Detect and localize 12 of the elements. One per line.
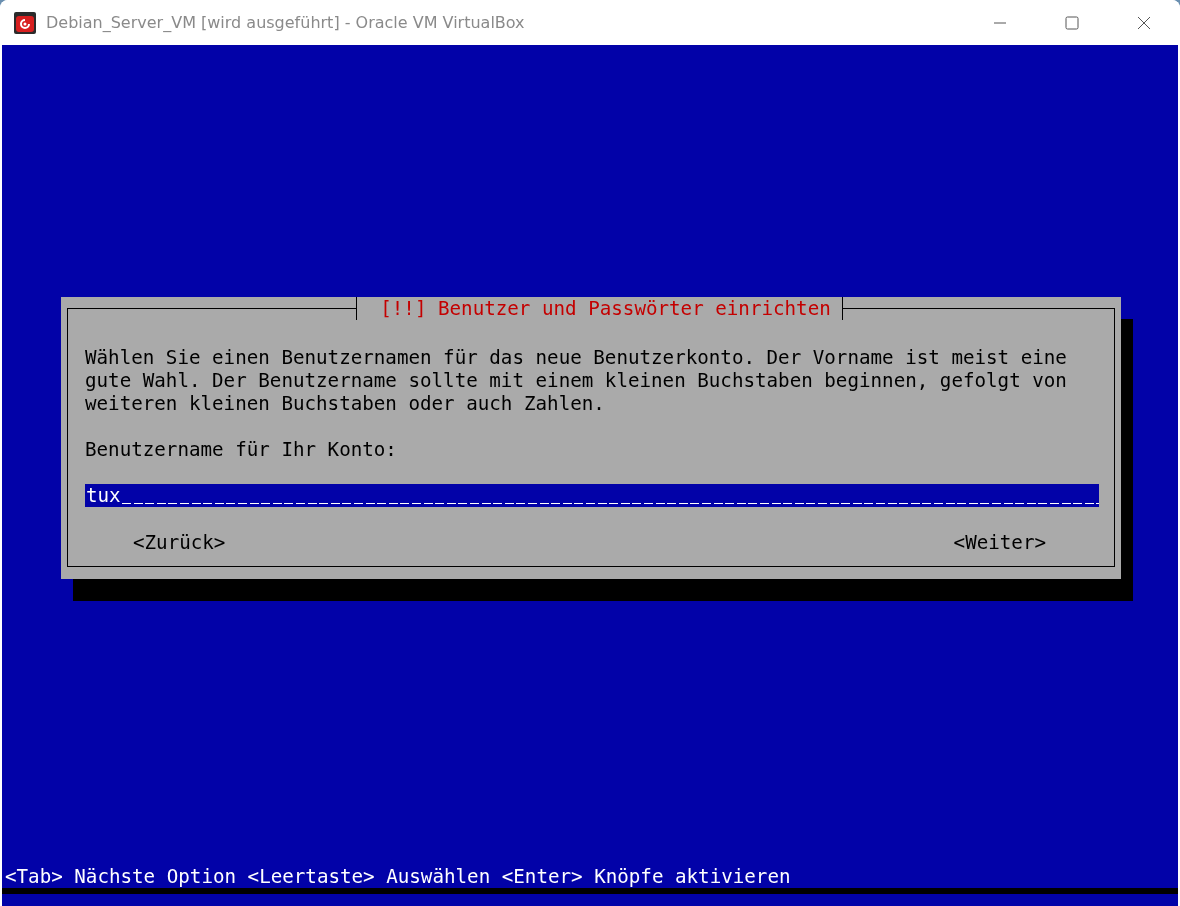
dialog-button[interactable]: <Zurück> [133, 531, 226, 554]
field-label: Benutzername für Ihr Konto: [85, 438, 398, 461]
status-bar: <Tab> Nächste Option <Leertaste> Auswählen <Enter> Knöpfe aktivieren [2, 865, 1178, 894]
minimize-icon [993, 21, 1007, 24]
dialog-button[interactable]: <Weiter> [953, 531, 1046, 554]
username-field[interactable]: tux [85, 484, 1099, 507]
app-logo-icon [14, 11, 36, 34]
close-icon [1137, 15, 1151, 30]
maximize-icon [1065, 15, 1079, 30]
description-text: Wählen Sie einen Benutzernamen für das neue Benutzerkonto. Der Vorname ist meist eine gute Wahl. Der Benutzername sollte mit einem kleinen Buchstaben beginnen, gefolgt von weiteren kleinen Buchstaben oder auch Zahlen. [85, 346, 1068, 415]
dialog-title: [!!] Benutzer und Passwörter einrichten [356, 297, 843, 320]
window-title: Debian_Server_VM [wird ausgeführt] - Oracle VM VirtualBox [46, 13, 525, 32]
